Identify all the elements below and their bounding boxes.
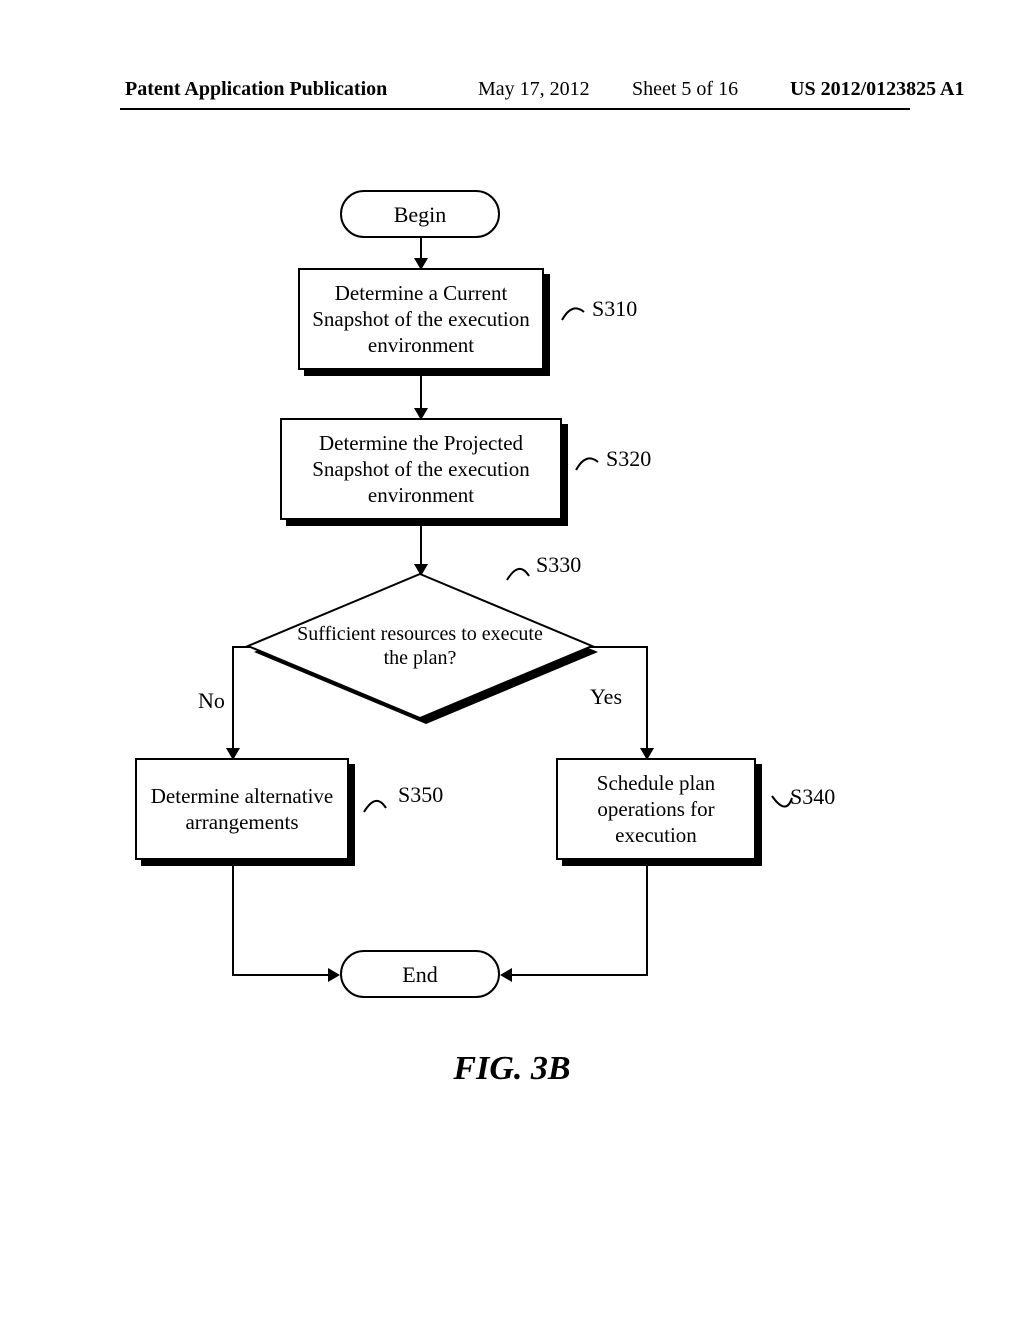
connector [646,866,648,974]
decision-s330-label: Sufficient resources to execute the plan… [290,622,550,670]
publication-date: May 17, 2012 [478,78,590,101]
connector [512,974,648,976]
step-s340-text: Schedule plan operations for execution [568,770,744,849]
decision-s330: Sufficient resources to execute the plan… [240,572,600,720]
connector [420,238,422,260]
reference-curl-icon [362,792,388,818]
step-s340-box: Schedule plan operations for execution [556,758,756,860]
step-s310-text: Determine a Current Snapshot of the exec… [310,280,532,359]
terminator-end: End [340,950,500,998]
decision-s330-ref: S330 [536,552,581,578]
connector [232,974,330,976]
sheet-number: Sheet 5 of 16 [632,78,738,101]
connector [232,646,250,648]
arrowhead-icon [500,968,512,982]
terminator-begin: Begin [340,190,500,238]
step-s310: Determine a Current Snapshot of the exec… [298,268,550,376]
branch-yes-label: Yes [590,684,622,710]
step-s350-ref: S350 [398,782,443,808]
connector [420,376,422,410]
branch-no-label: No [198,688,225,714]
figure-caption: FIG. 3B [0,1050,1024,1088]
step-s320: Determine the Projected Snapshot of the … [280,418,568,526]
connector [232,866,234,974]
terminator-begin-label: Begin [394,202,447,227]
step-s310-box: Determine a Current Snapshot of the exec… [298,268,544,370]
patent-page: Patent Application Publication May 17, 2… [0,0,1024,1320]
step-s350-box: Determine alternative arrangements [135,758,349,860]
step-s340-ref: S340 [790,784,835,810]
reference-curl-icon [560,298,586,324]
reference-curl-icon [574,448,600,474]
connector [420,526,422,566]
publication-type: Patent Application Publication [125,78,387,101]
step-s320-ref: S320 [606,446,651,472]
step-s340: Schedule plan operations for execution [556,758,762,866]
step-s350: Determine alternative arrangements [135,758,355,866]
terminator-end-label: End [402,962,437,987]
flowchart: Begin Determine a Current Snapshot of th… [0,180,1024,1050]
publication-number: US 2012/0123825 A1 [790,78,964,101]
connector [646,646,648,750]
step-s320-text: Determine the Projected Snapshot of the … [292,430,550,509]
reference-curl-icon [505,558,531,584]
header-divider [120,108,910,110]
arrowhead-icon [328,968,340,982]
decision-s330-text: Sufficient resources to execute the plan… [240,572,600,720]
connector [232,646,234,750]
connector [590,646,648,648]
step-s320-box: Determine the Projected Snapshot of the … [280,418,562,520]
step-s350-text: Determine alternative arrangements [147,783,337,836]
step-s310-ref: S310 [592,296,637,322]
